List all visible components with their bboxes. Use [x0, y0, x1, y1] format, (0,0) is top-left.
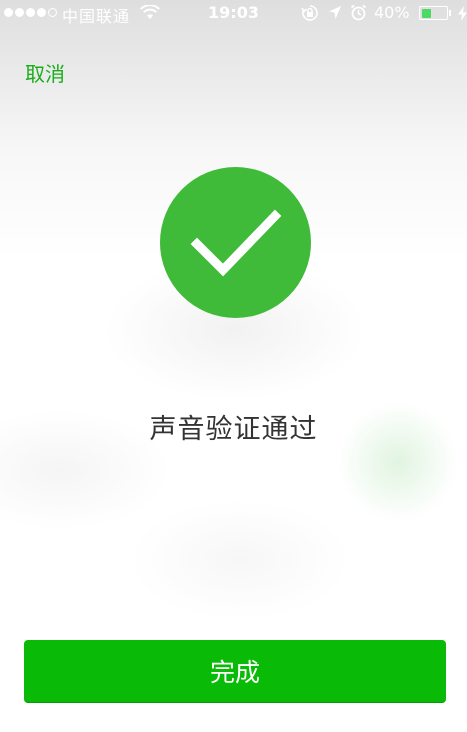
- status-bar: 中国联通 19:03 40%: [0, 0, 467, 26]
- battery-cap: [449, 10, 451, 16]
- checkmark-icon: [190, 209, 282, 277]
- battery-icon: [419, 6, 448, 20]
- location-icon: [328, 5, 342, 24]
- alarm-icon: [350, 4, 367, 25]
- verification-result-message: 声音验证通过: [149, 414, 318, 445]
- battery-level: [421, 8, 431, 18]
- charging-icon: [458, 6, 467, 25]
- rotation-lock-icon: [301, 4, 319, 26]
- battery-percentage: 40%: [374, 3, 410, 22]
- cancel-button[interactable]: 取消: [25, 58, 65, 87]
- success-circle: [160, 167, 311, 318]
- done-button[interactable]: 完成: [24, 640, 446, 703]
